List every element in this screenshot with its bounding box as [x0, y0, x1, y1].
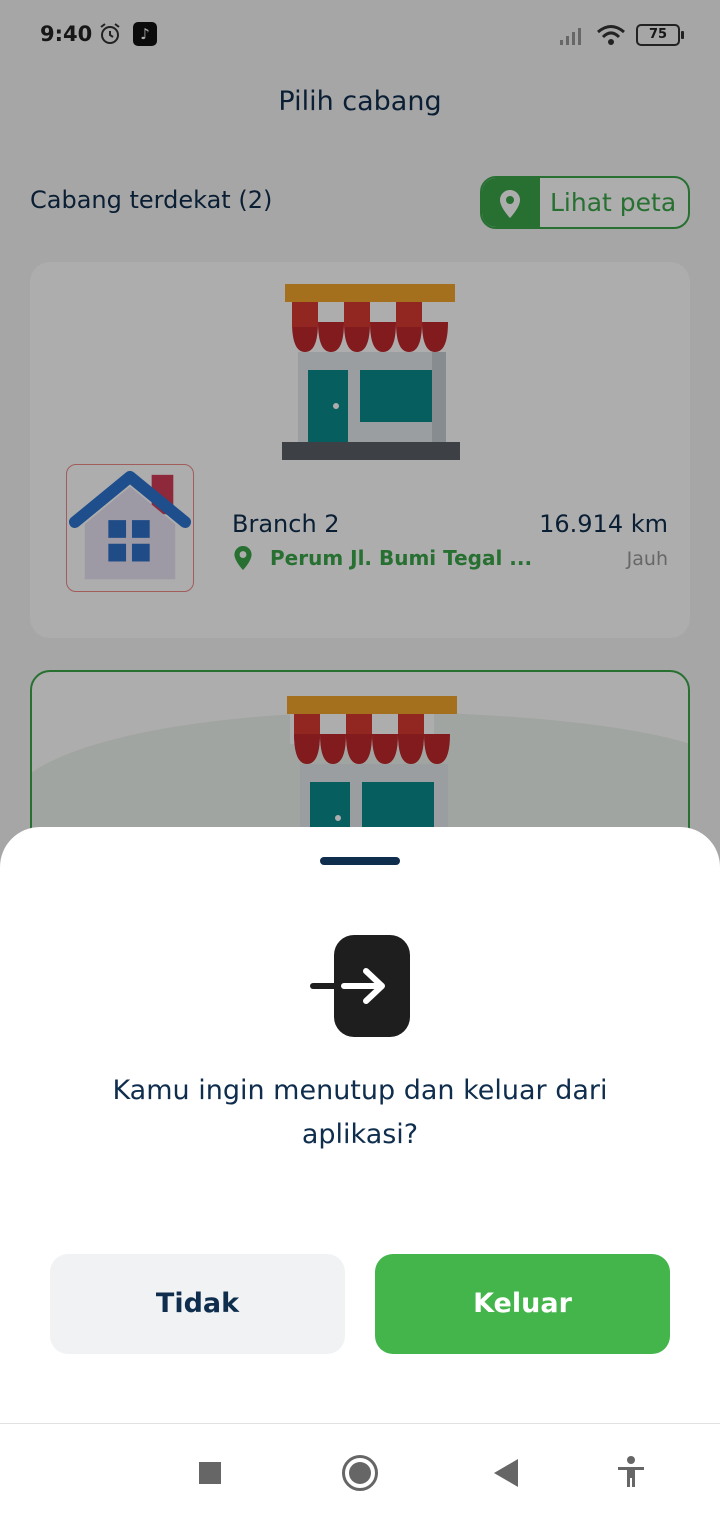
exit-icon — [310, 935, 410, 1037]
sheet-drag-handle[interactable] — [320, 857, 400, 865]
accessibility-icon[interactable] — [616, 1456, 646, 1488]
exit-bottom-sheet: Kamu ingin menutup dan keluar dari aplik… — [0, 827, 720, 1520]
exit-message: Kamu ingin menutup dan keluar dari aplik… — [112, 1075, 608, 1150]
back-icon[interactable] — [494, 1459, 518, 1487]
exit-button[interactable]: Keluar — [375, 1254, 670, 1354]
system-nav-bar — [0, 1424, 720, 1520]
cancel-button[interactable]: Tidak — [50, 1254, 345, 1354]
home-icon[interactable] — [342, 1455, 378, 1491]
recents-icon[interactable] — [199, 1462, 221, 1484]
